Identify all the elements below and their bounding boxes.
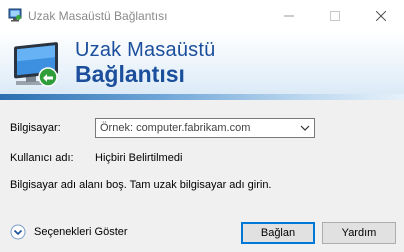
chevron-down-icon[interactable] [300,125,310,132]
status-message: Bilgisayar adı alanı boş. Tam uzak bilgi… [10,179,272,191]
show-options-toggle[interactable]: Seçenekleri Göster [10,224,128,240]
header-banner: Uzak Masaüstü Bağlantısı [0,31,404,100]
remote-desktop-monitor-icon [14,42,58,87]
minimize-button[interactable] [266,0,312,31]
close-button[interactable] [358,0,404,31]
remote-desktop-app-icon [8,8,22,22]
title-bar: Uzak Masaüstü Bağlantısı [0,0,404,31]
expand-options-icon [10,224,26,240]
minimize-icon [284,15,294,16]
window-title: Uzak Masaüstü Bağlantısı [28,9,168,23]
show-options-label: Seçenekleri Göster [34,226,128,238]
maximize-button[interactable] [312,0,358,31]
maximize-icon [330,10,340,21]
close-icon [376,10,386,21]
computer-input-value: Örnek: computer.fabrikam.com [100,122,251,134]
connect-button[interactable]: Bağlan [241,222,315,244]
computer-combobox[interactable]: Örnek: computer.fabrikam.com [95,118,315,138]
banner-title-line2: Bağlantısı [75,61,185,87]
banner-accent-band [0,94,404,100]
banner-title-line1: Uzak Masaüstü [75,39,216,61]
computer-label: Bilgisayar: [10,122,61,134]
username-value: Hiçbiri Belirtilmedi [95,152,183,164]
help-button[interactable]: Yardım [322,222,396,244]
username-label: Kullanıcı adı: [10,152,74,164]
